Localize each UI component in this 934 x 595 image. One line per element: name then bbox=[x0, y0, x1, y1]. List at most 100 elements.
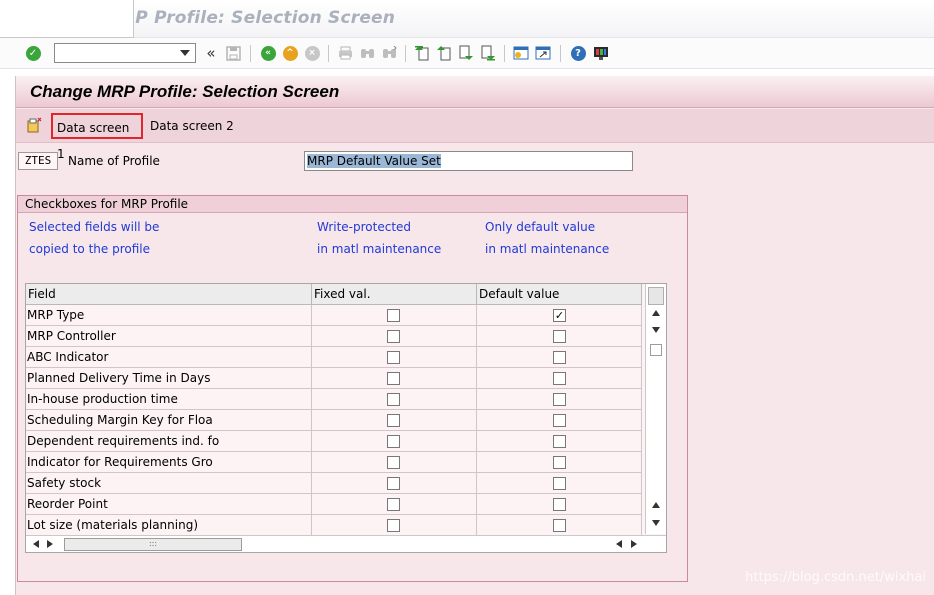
fixed-value-checkbox[interactable] bbox=[387, 498, 400, 511]
previous-page-icon[interactable] bbox=[435, 44, 453, 62]
default-value-cell bbox=[477, 494, 642, 515]
system-toolbar: ✓ « « ^ × ? bbox=[0, 38, 934, 69]
info-default-line1: Only default value bbox=[485, 220, 596, 234]
default-value-cell bbox=[477, 326, 642, 347]
table-row: Dependent requirements ind. fo bbox=[26, 431, 642, 452]
scroll-right-icon[interactable] bbox=[47, 540, 53, 548]
info-selected-line1: Selected fields will be bbox=[29, 220, 160, 234]
first-page-icon[interactable] bbox=[413, 44, 431, 62]
column-header-field[interactable]: Field bbox=[26, 284, 312, 305]
column-header-default[interactable]: Default value bbox=[477, 284, 642, 305]
fixed-value-cell bbox=[312, 305, 477, 326]
application-toolbar: Data screen 1 Data screen 2 bbox=[16, 109, 934, 161]
fixed-value-cell bbox=[312, 368, 477, 389]
fixed-value-cell bbox=[312, 326, 477, 347]
fixed-value-checkbox[interactable] bbox=[387, 351, 400, 364]
info-write-protected-line2: in matl maintenance bbox=[317, 242, 442, 256]
default-value-checkbox[interactable] bbox=[553, 435, 566, 448]
scroll-down-icon[interactable] bbox=[652, 520, 660, 526]
default-value-cell bbox=[477, 347, 642, 368]
default-value-checkbox[interactable] bbox=[553, 456, 566, 469]
column-settings-icon[interactable] bbox=[648, 287, 664, 305]
chevron-down-icon[interactable] bbox=[180, 50, 190, 56]
tab-data-screen-2[interactable]: Data screen 2 bbox=[146, 113, 238, 139]
last-page-icon[interactable] bbox=[479, 44, 497, 62]
fixed-value-checkbox[interactable] bbox=[387, 393, 400, 406]
other-profile-icon[interactable] bbox=[26, 117, 42, 133]
profile-fields-table: Field Fixed val. Default value MRP Type ✓… bbox=[25, 283, 667, 553]
next-page-icon[interactable] bbox=[457, 44, 475, 62]
toolbar-separator bbox=[328, 45, 329, 62]
default-value-checkbox[interactable] bbox=[553, 498, 566, 511]
default-value-checkbox[interactable]: ✓ bbox=[553, 309, 566, 322]
profile-name-value: MRP Default Value Set bbox=[307, 154, 441, 168]
shortcut-icon[interactable] bbox=[534, 44, 552, 62]
vertical-scroll-thumb[interactable] bbox=[650, 344, 662, 356]
default-value-cell bbox=[477, 410, 642, 431]
back-icon[interactable]: « bbox=[259, 44, 277, 62]
fixed-value-cell bbox=[312, 347, 477, 368]
find-icon[interactable] bbox=[358, 44, 376, 62]
fixed-value-checkbox[interactable] bbox=[387, 330, 400, 343]
scroll-up-icon[interactable] bbox=[652, 502, 660, 508]
table-row: Indicator for Requirements Gro bbox=[26, 452, 642, 473]
default-value-checkbox[interactable] bbox=[553, 414, 566, 427]
create-session-icon[interactable] bbox=[512, 44, 530, 62]
command-field[interactable] bbox=[54, 43, 196, 63]
table-row: ABC Indicator bbox=[26, 347, 642, 368]
application-area: Change MRP Profile: Selection Screen Dat… bbox=[15, 76, 934, 595]
field-name: Scheduling Margin Key for Floa bbox=[26, 410, 312, 431]
fixed-value-checkbox[interactable] bbox=[387, 372, 400, 385]
fixed-value-checkbox[interactable] bbox=[387, 519, 400, 532]
field-name: Safety stock bbox=[26, 473, 312, 494]
print-icon[interactable] bbox=[336, 44, 354, 62]
horizontal-scroll-thumb[interactable]: ::: bbox=[64, 538, 242, 551]
cancel-icon[interactable]: × bbox=[303, 44, 321, 62]
window-title: RP Profile: Selection Screen bbox=[122, 8, 396, 28]
customize-layout-icon[interactable] bbox=[592, 44, 610, 62]
default-value-checkbox[interactable] bbox=[553, 477, 566, 490]
fixed-value-checkbox[interactable] bbox=[387, 414, 400, 427]
fixed-value-checkbox[interactable] bbox=[387, 456, 400, 469]
default-value-checkbox[interactable] bbox=[553, 519, 566, 532]
field-name: MRP Type bbox=[26, 305, 312, 326]
tab-data-screen-1[interactable]: Data screen 1 bbox=[51, 113, 143, 161]
find-next-icon[interactable] bbox=[380, 44, 398, 62]
fixed-value-checkbox[interactable] bbox=[387, 477, 400, 490]
info-write-protected-line1: Write-protected bbox=[317, 220, 412, 234]
field-name: Reorder Point bbox=[26, 494, 312, 515]
default-value-checkbox[interactable] bbox=[553, 351, 566, 364]
profile-name-field[interactable]: MRP Default Value Set bbox=[304, 151, 633, 171]
enter-icon[interactable]: ✓ bbox=[24, 44, 42, 62]
exit-icon[interactable]: ^ bbox=[281, 44, 299, 62]
back-double-left-icon[interactable]: « bbox=[202, 44, 220, 62]
scroll-down-icon[interactable] bbox=[652, 327, 660, 333]
scroll-left-icon[interactable] bbox=[616, 540, 622, 548]
default-value-checkbox[interactable] bbox=[553, 372, 566, 385]
default-value-cell bbox=[477, 452, 642, 473]
table-row: Lot size (materials planning) bbox=[26, 515, 642, 536]
vertical-scrollbar[interactable] bbox=[645, 284, 666, 534]
default-value-cell bbox=[477, 389, 642, 410]
horizontal-scrollbar[interactable]: ::: bbox=[26, 535, 666, 552]
default-value-checkbox[interactable] bbox=[553, 393, 566, 406]
default-value-checkbox[interactable] bbox=[553, 330, 566, 343]
table-row: Safety stock bbox=[26, 473, 642, 494]
fixed-value-cell bbox=[312, 494, 477, 515]
save-icon[interactable] bbox=[224, 44, 242, 62]
toolbar-separator bbox=[405, 45, 406, 62]
scroll-up-icon[interactable] bbox=[652, 310, 660, 316]
help-icon[interactable]: ? bbox=[569, 44, 587, 62]
toolbar-separator bbox=[250, 45, 251, 62]
scroll-right-icon[interactable] bbox=[631, 540, 637, 548]
fixed-value-cell bbox=[312, 410, 477, 431]
toolbar-separator bbox=[560, 45, 561, 62]
default-value-cell bbox=[477, 368, 642, 389]
profile-name-label: Name of Profile bbox=[68, 154, 160, 168]
fixed-value-checkbox[interactable] bbox=[387, 309, 400, 322]
fixed-value-checkbox[interactable] bbox=[387, 435, 400, 448]
scroll-left-icon[interactable] bbox=[33, 540, 39, 548]
column-header-fixed[interactable]: Fixed val. bbox=[312, 284, 477, 305]
field-name: ABC Indicator bbox=[26, 347, 312, 368]
checkbox-group: Checkboxes for MRP Profile Selected fiel… bbox=[17, 195, 688, 582]
